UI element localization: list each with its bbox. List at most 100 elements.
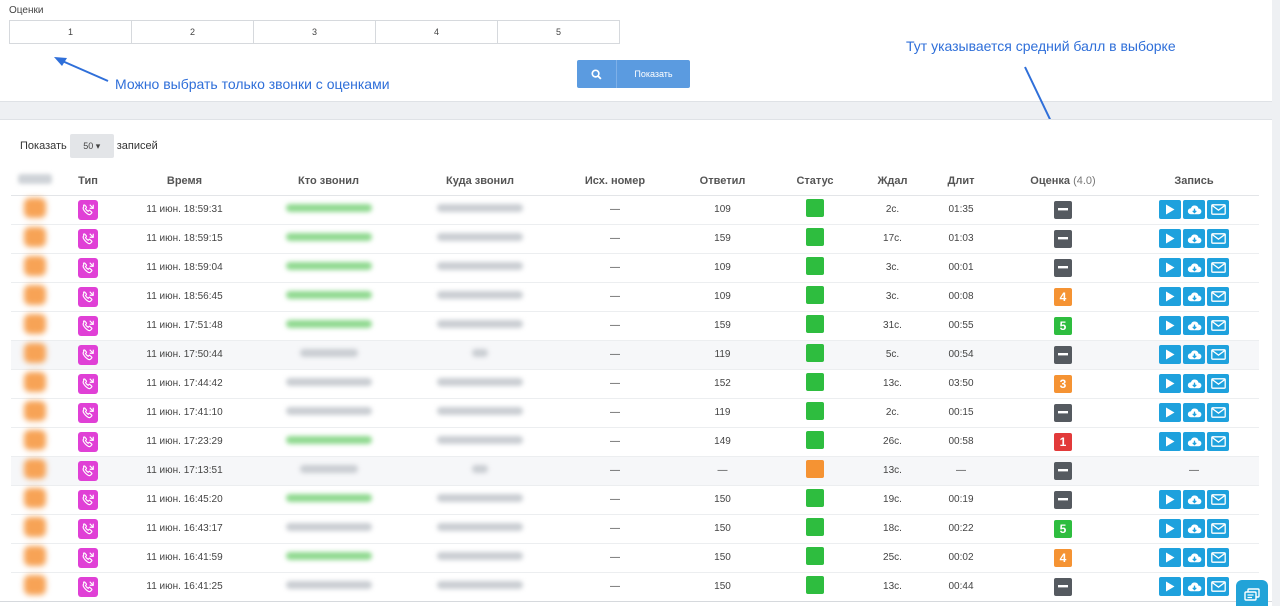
rating-badge[interactable]: 4: [1054, 287, 1072, 306]
rating-filter-label: Оценки: [9, 5, 44, 16]
download-button[interactable]: [1183, 258, 1205, 277]
cell-outgoing: —: [555, 514, 675, 544]
rating-option-5[interactable]: 5: [497, 20, 620, 44]
email-button[interactable]: [1207, 316, 1229, 335]
show-results-button[interactable]: Показать: [577, 60, 690, 88]
record-actions: [1159, 345, 1229, 364]
download-button[interactable]: [1183, 519, 1205, 538]
cell-time: 11 июн. 17:50:44: [117, 340, 252, 370]
download-button[interactable]: [1183, 490, 1205, 509]
download-button[interactable]: [1183, 345, 1205, 364]
email-button[interactable]: [1207, 548, 1229, 567]
rating-filter-options: 1 2 3 4 5: [9, 20, 620, 44]
rating-badge[interactable]: [1054, 577, 1072, 596]
email-button[interactable]: [1207, 258, 1229, 277]
download-button[interactable]: [1183, 200, 1205, 219]
rating-badge[interactable]: 1: [1054, 432, 1072, 451]
cell-rating: [997, 398, 1129, 428]
rating-option-1[interactable]: 1: [9, 20, 132, 44]
col-header-time[interactable]: Время: [117, 167, 252, 196]
cell-time: 11 июн. 16:43:17: [117, 514, 252, 544]
page-size-select[interactable]: 50 ▾: [69, 134, 114, 158]
email-button[interactable]: [1207, 490, 1229, 509]
rating-badge[interactable]: [1054, 490, 1072, 509]
cell-answered: 150: [675, 485, 770, 515]
cell-callee: [405, 224, 555, 254]
record-actions: [1159, 316, 1229, 335]
play-button[interactable]: [1159, 287, 1181, 306]
play-button[interactable]: [1159, 229, 1181, 248]
download-button[interactable]: [1183, 316, 1205, 335]
rating-badge[interactable]: 4: [1054, 548, 1072, 567]
col-header-status[interactable]: Статус: [770, 167, 860, 196]
employee-avatar: [24, 372, 46, 392]
download-button[interactable]: [1183, 548, 1205, 567]
play-button[interactable]: [1159, 490, 1181, 509]
col-header-type[interactable]: Тип: [59, 167, 117, 196]
rating-badge[interactable]: [1054, 461, 1072, 480]
rating-badge[interactable]: [1054, 403, 1072, 422]
cell-callee: [405, 398, 555, 428]
download-button[interactable]: [1183, 287, 1205, 306]
cloud-download-icon: [1187, 407, 1202, 419]
rating-badge[interactable]: [1054, 345, 1072, 364]
email-button[interactable]: [1207, 403, 1229, 422]
play-button[interactable]: [1159, 374, 1181, 393]
rating-badge[interactable]: 5: [1054, 519, 1072, 538]
download-button[interactable]: [1183, 432, 1205, 451]
cell-answered: 109: [675, 282, 770, 312]
email-button[interactable]: [1207, 432, 1229, 451]
chat-widget-button[interactable]: [1236, 580, 1268, 606]
rating-badge[interactable]: [1054, 200, 1072, 219]
col-header-callee[interactable]: Куда звонил: [405, 167, 555, 196]
email-button[interactable]: [1207, 200, 1229, 219]
rating-badge[interactable]: 3: [1054, 374, 1072, 393]
col-header-rating[interactable]: Оценка (4.0): [997, 167, 1129, 196]
rating-badge[interactable]: 5: [1054, 316, 1072, 335]
play-button[interactable]: [1159, 200, 1181, 219]
rating-badge[interactable]: [1054, 258, 1072, 277]
annotation-left: Можно выбрать только звонки с оценками: [115, 76, 390, 92]
email-button[interactable]: [1207, 229, 1229, 248]
cloud-download-icon: [1187, 436, 1202, 448]
play-button[interactable]: [1159, 345, 1181, 364]
email-button[interactable]: [1207, 345, 1229, 364]
email-button[interactable]: [1207, 577, 1229, 596]
download-button[interactable]: [1183, 229, 1205, 248]
col-header-outgoing[interactable]: Исх. номер: [555, 167, 675, 196]
cell-callee: [405, 485, 555, 515]
cloud-download-icon: [1187, 233, 1202, 245]
cell-answered: 109: [675, 195, 770, 225]
rating-option-3[interactable]: 3: [253, 20, 376, 44]
email-button[interactable]: [1207, 287, 1229, 306]
play-button[interactable]: [1159, 548, 1181, 567]
col-header-duration[interactable]: Длит: [925, 167, 997, 196]
play-button[interactable]: [1159, 258, 1181, 277]
status-indicator: [806, 257, 824, 275]
rating-header-label: Оценка: [1030, 174, 1070, 187]
play-button[interactable]: [1159, 519, 1181, 538]
col-header-waited[interactable]: Ждал: [860, 167, 925, 196]
col-header-answered[interactable]: Ответил: [675, 167, 770, 196]
cell-record: [1129, 282, 1259, 312]
horizontal-scrollbar[interactable]: [0, 601, 1272, 606]
rating-option-2[interactable]: 2: [131, 20, 254, 44]
play-button[interactable]: [1159, 432, 1181, 451]
incoming-call-icon: [78, 257, 98, 278]
download-button[interactable]: [1183, 374, 1205, 393]
play-button[interactable]: [1159, 577, 1181, 596]
rating-badge[interactable]: [1054, 229, 1072, 248]
cell-rating: [997, 456, 1129, 486]
email-button[interactable]: [1207, 374, 1229, 393]
rating-option-4[interactable]: 4: [375, 20, 498, 44]
download-button[interactable]: [1183, 577, 1205, 596]
cell-employee: [11, 224, 59, 254]
email-button[interactable]: [1207, 519, 1229, 538]
play-icon: [1165, 494, 1175, 505]
play-button[interactable]: [1159, 403, 1181, 422]
play-button[interactable]: [1159, 316, 1181, 335]
download-button[interactable]: [1183, 403, 1205, 422]
cell-status: [770, 456, 860, 486]
col-header-caller[interactable]: Кто звонил: [252, 167, 405, 196]
cell-record: —: [1129, 456, 1259, 486]
